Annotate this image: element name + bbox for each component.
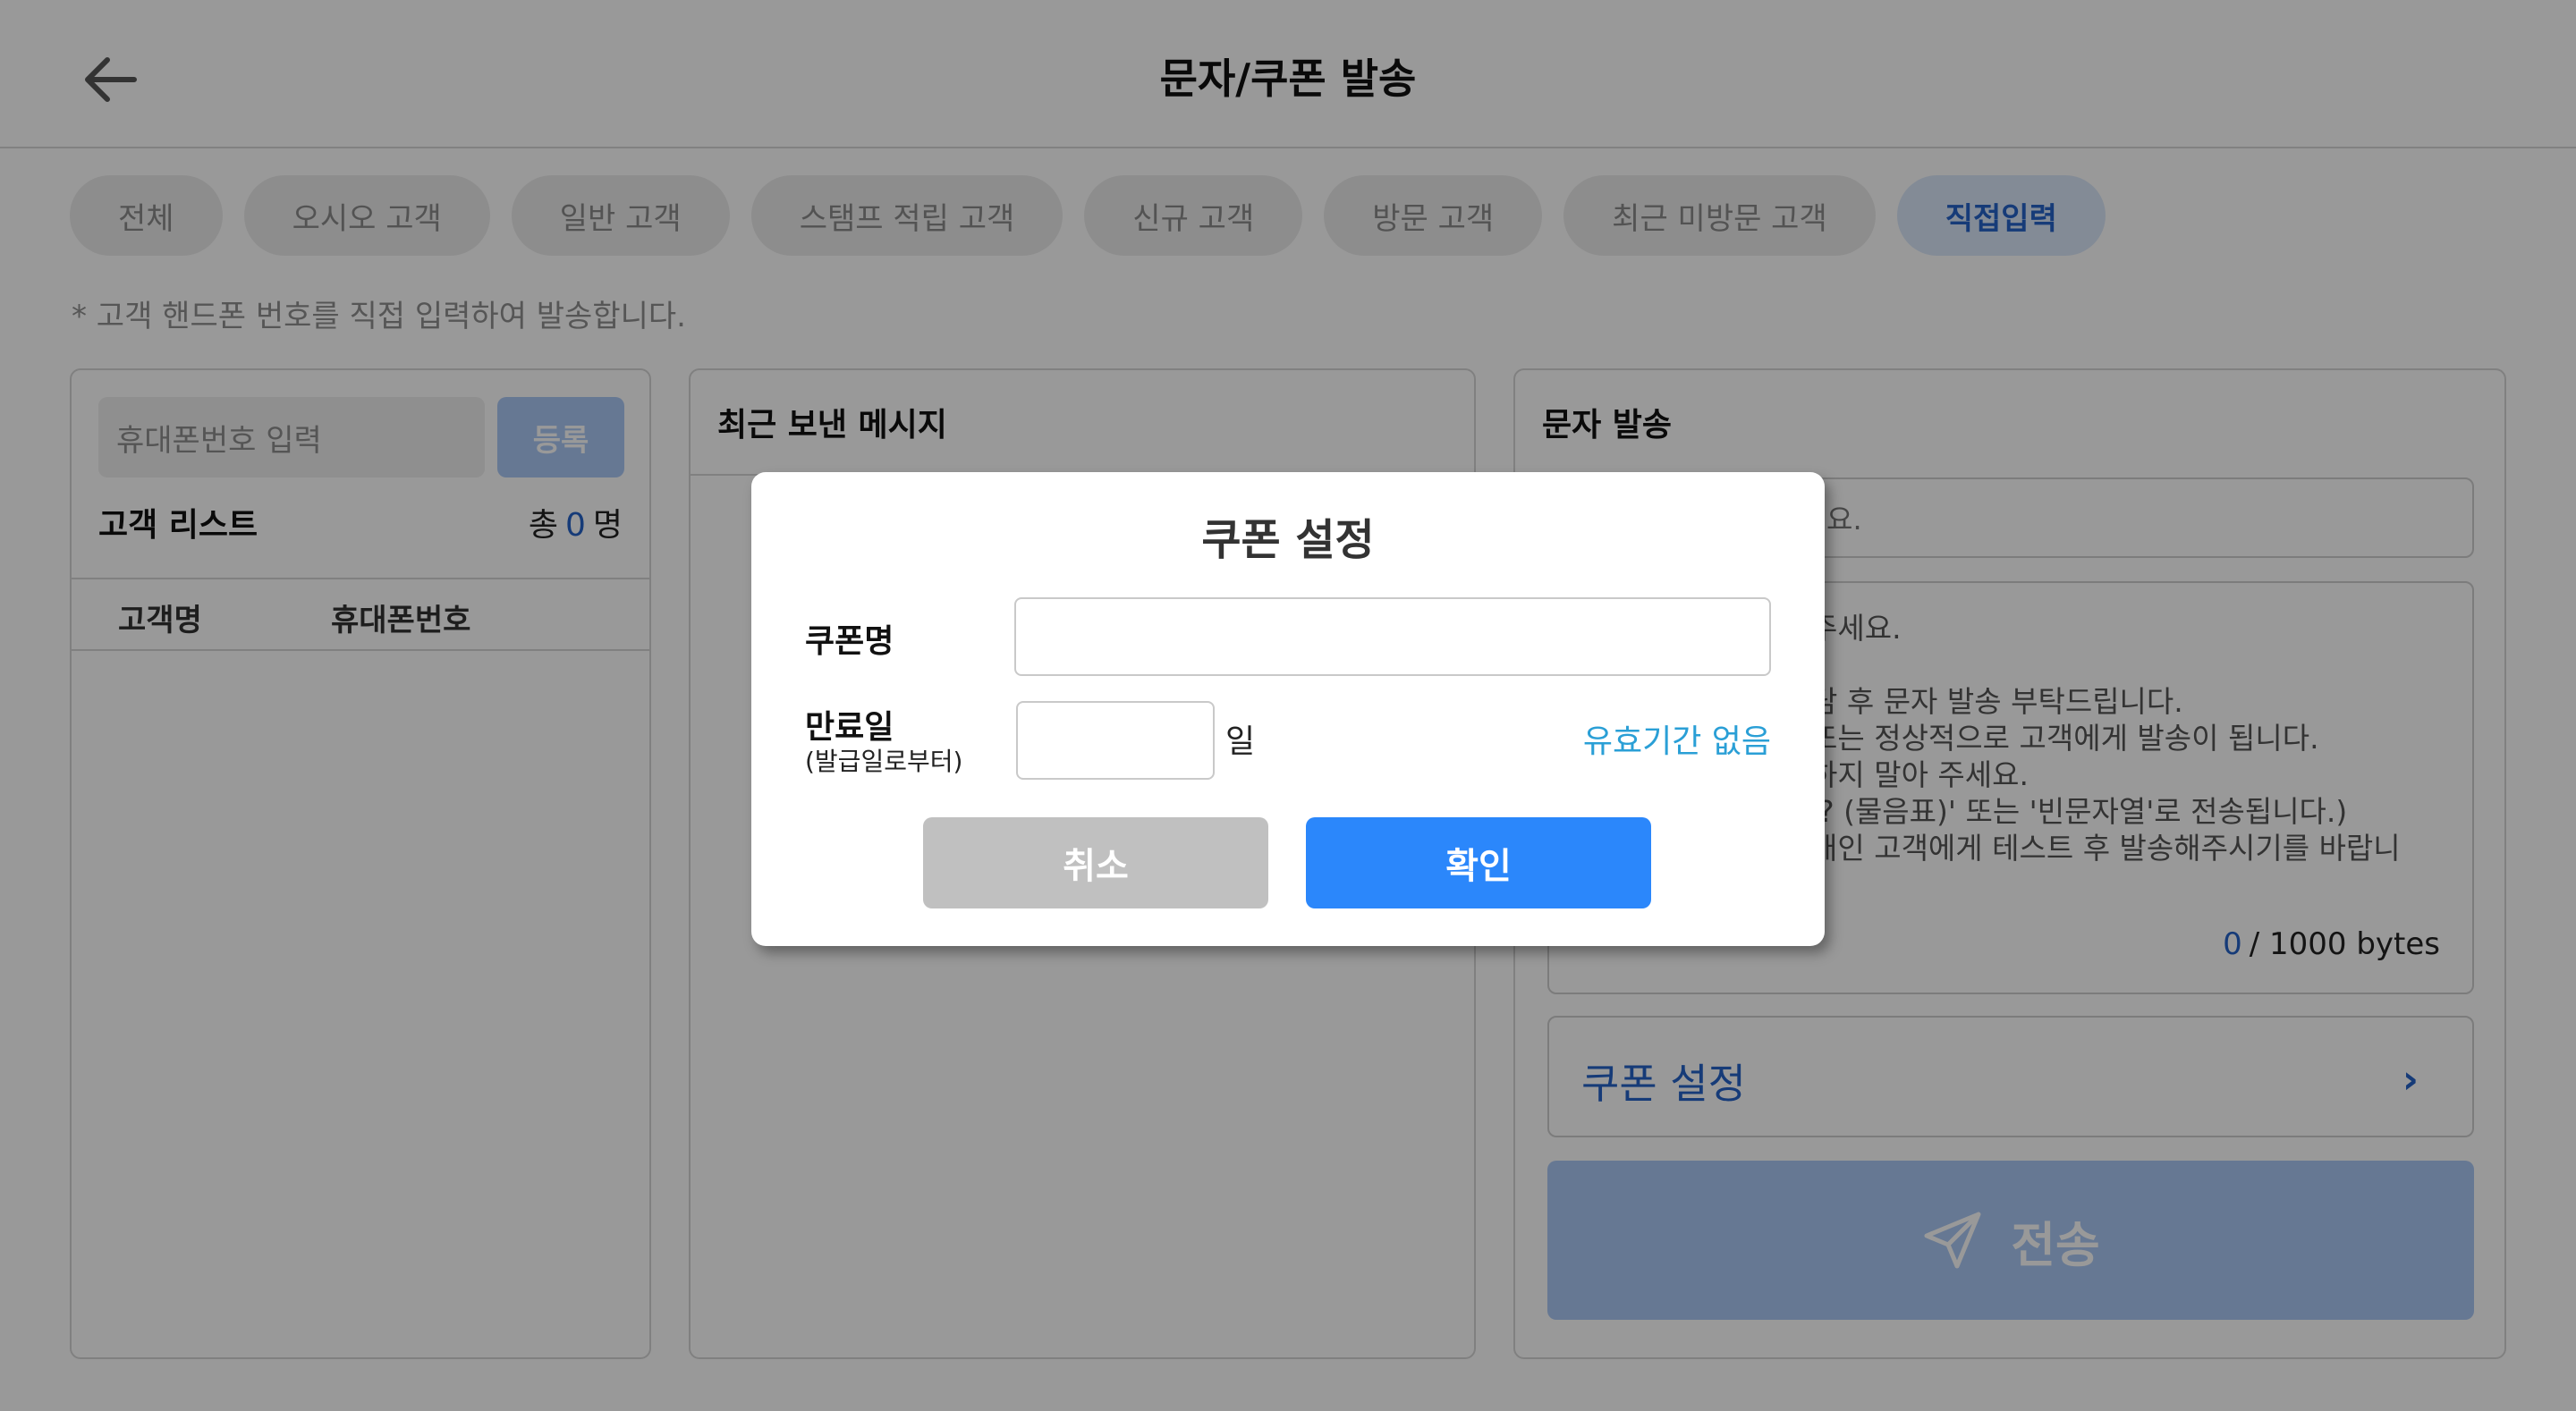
expiry-days-input[interactable] [1016, 701, 1215, 780]
expiry-sublabel: (발급일로부터) [805, 747, 963, 776]
confirm-button[interactable]: 확인 [1306, 817, 1651, 908]
coupon-name-input[interactable] [1014, 597, 1771, 676]
expiry-days-unit: 일 [1225, 723, 1256, 760]
modal-title: 쿠폰 설정 [1201, 515, 1375, 565]
coupon-settings-modal: 쿠폰 설정 쿠폰명 만료일 (발급일로부터) 일 유효기간 없음 취소 확인 [751, 472, 1825, 946]
expiry-label: 만료일 [805, 709, 894, 746]
cancel-button[interactable]: 취소 [923, 817, 1268, 908]
no-expiry-link[interactable]: 유효기간 없음 [1583, 715, 1771, 762]
coupon-name-label: 쿠폰명 [805, 623, 894, 660]
